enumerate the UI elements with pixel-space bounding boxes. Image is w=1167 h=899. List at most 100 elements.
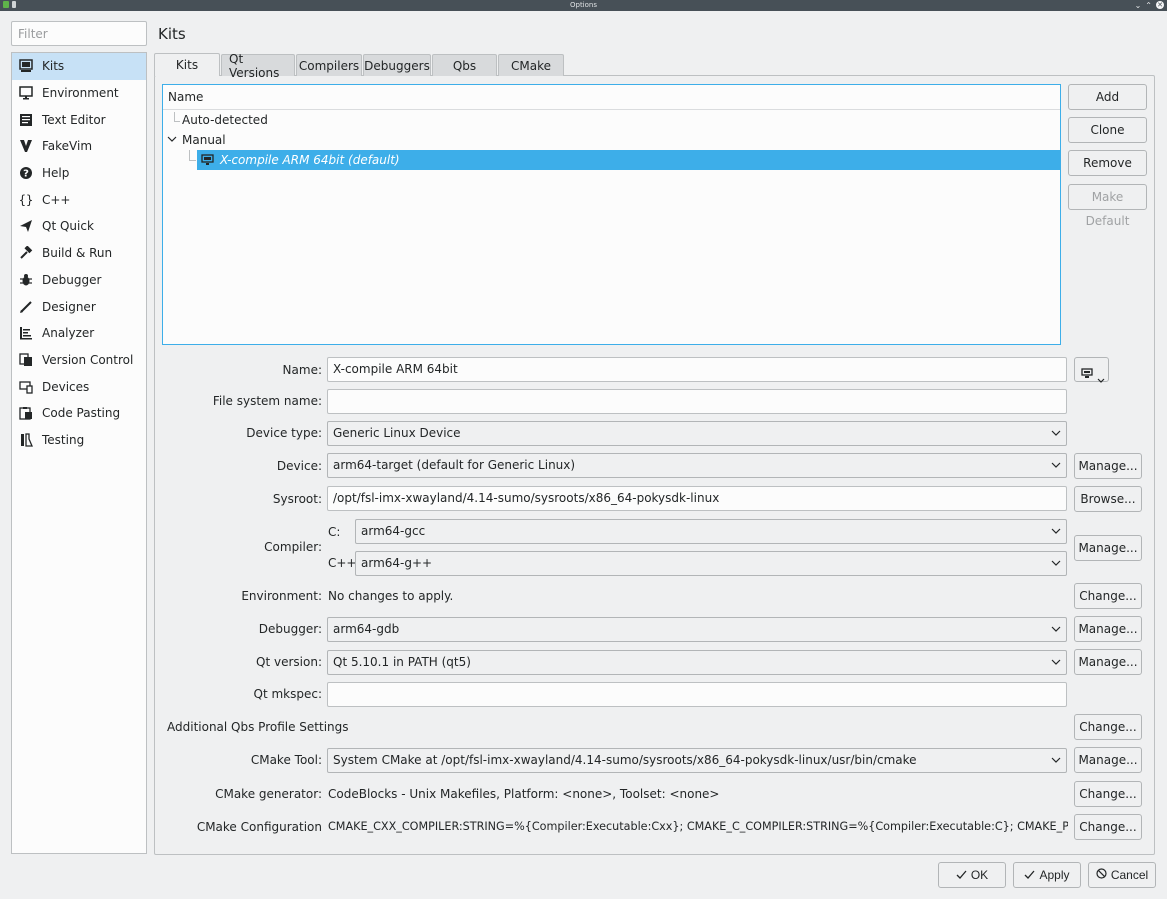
maximize-icon[interactable]: ⌃	[1145, 0, 1152, 11]
qbs-change-button[interactable]: Change...	[1074, 714, 1142, 740]
chevron-down-icon	[1051, 659, 1061, 665]
tab-compilers[interactable]: Compilers	[296, 54, 362, 76]
cmake-configuration-change-button[interactable]: Change...	[1074, 814, 1142, 840]
sidebar-item-analyzer[interactable]: Analyzer	[12, 320, 146, 347]
kits-tree[interactable]: Name Auto-detected Manual X-compile ARM …	[162, 84, 1061, 345]
compiler-c-combo[interactable]: arm64-gcc	[355, 519, 1067, 544]
tree-item-auto-detected[interactable]: Auto-detected	[182, 110, 268, 130]
sidebar-item-label: Build & Run	[42, 246, 113, 261]
environment-change-button[interactable]: Change...	[1074, 583, 1142, 609]
braces-icon: {}	[18, 192, 34, 207]
compiler-c-value: arm64-gcc	[361, 524, 426, 538]
device-type-label: Device type:	[246, 426, 322, 440]
chevron-down-icon[interactable]	[167, 133, 177, 143]
qt-version-combo[interactable]: Qt 5.10.1 in PATH (qt5)	[327, 650, 1067, 675]
sidebar-item-designer[interactable]: Designer	[12, 293, 146, 320]
tab-cmake[interactable]: CMake	[498, 54, 564, 76]
tab-qt-versions[interactable]: Qt Versions	[221, 52, 295, 80]
sidebar-item-text-editor[interactable]: Text Editor	[12, 106, 146, 133]
sidebar-item-help[interactable]: ? Help	[12, 160, 146, 187]
tree-header-name[interactable]: Name	[163, 85, 1060, 110]
pin-icon[interactable]	[12, 1, 16, 8]
cmake-tool-combo[interactable]: System CMake at /opt/fsl-imx-xwayland/4.…	[327, 748, 1067, 773]
name-field[interactable]: X-compile ARM 64bit	[327, 357, 1067, 382]
device-type-combo[interactable]: Generic Linux Device	[327, 421, 1067, 446]
close-icon[interactable]: ✕	[1156, 1, 1164, 9]
cancel-button[interactable]: Cancel	[1088, 862, 1156, 888]
filter-input[interactable]	[11, 21, 147, 46]
sysroot-browse-button[interactable]: Browse...	[1074, 486, 1142, 512]
clone-kit-button[interactable]: Clone	[1068, 117, 1147, 143]
cmake-tool-label: CMake Tool:	[250, 753, 322, 767]
sidebar-item-testing[interactable]: Testing	[12, 427, 146, 454]
sidebar-item-devices[interactable]: Devices	[12, 373, 146, 400]
debugger-manage-button[interactable]: Manage...	[1074, 616, 1142, 642]
environment-label: Environment:	[241, 589, 322, 603]
devices-icon	[18, 379, 34, 395]
sidebar-item-label: Designer	[42, 299, 96, 314]
cmake-generator-change-button[interactable]: Change...	[1074, 781, 1142, 807]
window-titlebar: Options ⌄ ⌃ ✕	[0, 0, 1167, 11]
file-system-name-label: File system name:	[212, 394, 322, 408]
sidebar-item-cpp[interactable]: {} C++	[12, 186, 146, 213]
tab-qbs[interactable]: Qbs	[432, 54, 497, 76]
debugger-combo[interactable]: arm64-gdb	[327, 617, 1067, 642]
qt-version-manage-button[interactable]: Manage...	[1074, 649, 1142, 675]
environment-value: No changes to apply.	[328, 589, 454, 603]
chevron-down-icon	[1051, 462, 1061, 468]
sidebar-item-label: Environment	[42, 86, 119, 101]
compiler-label: Compiler:	[264, 540, 322, 554]
qt-mkspec-label: Qt mkspec:	[253, 687, 323, 701]
cmake-configuration-value: CMAKE_CXX_COMPILER:STRING=%{Compiler:Exe…	[328, 820, 1068, 833]
chevron-down-icon	[1051, 757, 1061, 763]
kit-icon-picker-button[interactable]	[1074, 357, 1109, 383]
minimize-icon[interactable]: ⌄	[1135, 0, 1142, 11]
ok-button[interactable]: OK	[938, 862, 1006, 888]
sidebar-item-label: Devices	[42, 379, 90, 394]
tree-item-selected-kit[interactable]: X-compile ARM 64bit (default)	[197, 150, 1060, 170]
tab-debuggers[interactable]: Debuggers	[363, 54, 431, 76]
code-pasting-icon	[18, 405, 34, 421]
text-editor-icon	[18, 112, 34, 128]
compiler-manage-button[interactable]: Manage...	[1074, 535, 1142, 561]
apply-button[interactable]: Apply	[1013, 862, 1081, 888]
hammer-icon	[18, 245, 34, 261]
window-title: Options	[569, 1, 597, 9]
cancel-label: Cancel	[1110, 868, 1149, 882]
name-label: Name:	[282, 363, 322, 377]
pen-icon	[18, 299, 34, 315]
device-combo[interactable]: arm64-target (default for Generic Linux)	[327, 453, 1067, 478]
sidebar-item-fakevim[interactable]: FakeVim	[12, 133, 146, 160]
file-system-name-field[interactable]	[327, 389, 1067, 414]
tab-kits[interactable]: Kits	[154, 53, 220, 76]
add-kit-button[interactable]: Add	[1068, 84, 1147, 110]
sidebar-item-build-run[interactable]: Build & Run	[12, 240, 146, 267]
make-default-button[interactable]: Make Default	[1068, 184, 1147, 228]
version-control-icon	[18, 352, 34, 368]
sidebar-item-version-control[interactable]: Version Control	[12, 347, 146, 374]
remove-kit-button[interactable]: Remove	[1068, 150, 1147, 176]
chevron-down-icon	[1051, 528, 1061, 534]
sidebar-item-debugger[interactable]: Debugger	[12, 267, 146, 294]
compiler-cxx-value: arm64-g++	[361, 556, 433, 570]
qt-version-label: Qt version:	[256, 655, 322, 669]
cmake-generator-label: CMake generator:	[215, 787, 322, 801]
testing-icon	[18, 432, 34, 448]
tree-item-manual[interactable]: Manual	[182, 130, 226, 150]
sysroot-label: Sysroot:	[272, 492, 322, 506]
qt-quick-icon	[18, 218, 34, 234]
sidebar-item-code-pasting[interactable]: Code Pasting	[12, 400, 146, 427]
sidebar-item-kits[interactable]: Kits	[12, 53, 146, 80]
sidebar-item-qt-quick[interactable]: Qt Quick	[12, 213, 146, 240]
sidebar-item-environment[interactable]: Environment	[12, 80, 146, 107]
compiler-cxx-combo[interactable]: arm64-g++	[355, 551, 1067, 576]
analyzer-icon	[18, 325, 34, 341]
sidebar-item-label: Kits	[42, 59, 65, 74]
selected-kit-label: X-compile ARM 64bit (default)	[220, 153, 400, 167]
qt-mkspec-field[interactable]	[327, 682, 1067, 707]
cmake-tool-manage-button[interactable]: Manage...	[1074, 747, 1142, 773]
device-manage-button[interactable]: Manage...	[1074, 453, 1142, 479]
tab-bar: Kits Qt Versions Compilers Debuggers Qbs…	[154, 52, 565, 80]
sysroot-field[interactable]: /opt/fsl-imx-xwayland/4.14-sumo/sysroots…	[327, 486, 1067, 511]
sidebar-item-label: Help	[42, 166, 70, 181]
